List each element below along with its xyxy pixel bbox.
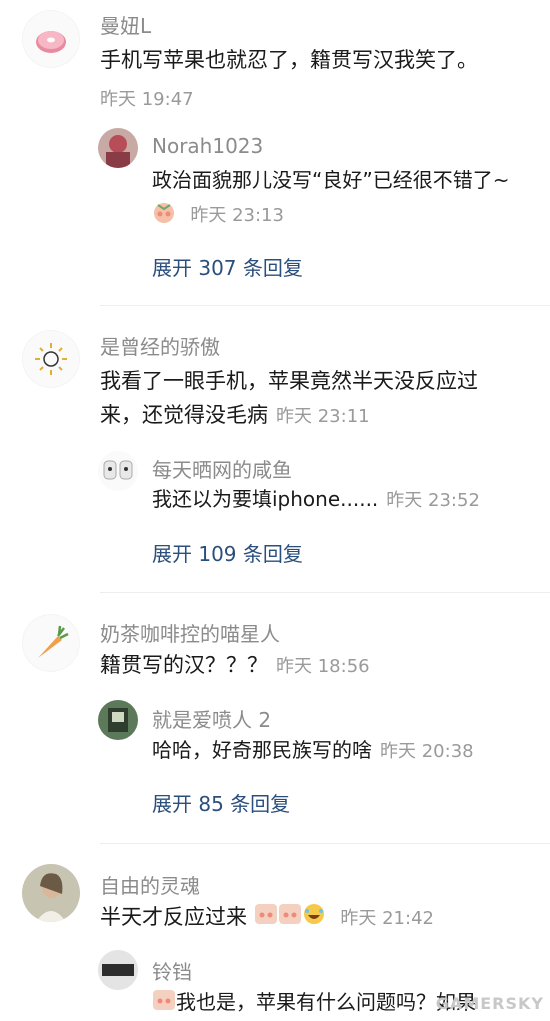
reply-username[interactable]: 每天晒网的咸鱼 <box>152 454 292 483</box>
avatar[interactable] <box>98 950 138 990</box>
username[interactable]: 自由的灵魂 <box>100 870 200 899</box>
reply-text: 政治面貌那儿没写“良好”已经很不错了~ 昨天 23:13 <box>152 163 522 233</box>
expand-replies-link[interactable]: 展开 85 条回复 <box>152 788 290 817</box>
reply-text-content: 政治面貌那儿没写“良好”已经很不错了~ <box>152 168 510 192</box>
timestamp: 昨天 18:56 <box>276 656 370 677</box>
reply-username[interactable]: Norah1023 <box>152 134 263 158</box>
comment-text: 半天才反应过来 昨天 21:42 <box>100 900 520 936</box>
cartoon-avatar-icon <box>103 460 133 480</box>
comment-text-line2: 来，还觉得没毛病 昨天 23:11 <box>100 398 520 434</box>
donut-icon <box>23 11 79 67</box>
blush-emoji-icon <box>152 199 176 233</box>
avatar[interactable] <box>22 614 80 672</box>
user-photo-icon <box>22 864 80 922</box>
timestamp: 昨天 19:47 <box>100 89 194 110</box>
divider <box>100 305 550 306</box>
reply-username[interactable]: 铃铛 <box>152 956 192 985</box>
reply-timestamp: 昨天 23:13 <box>190 205 284 226</box>
user-photo-icon <box>98 128 138 168</box>
blush-emoji-icon <box>152 987 176 1021</box>
divider <box>100 843 550 844</box>
carrot-icon <box>23 615 79 671</box>
reply-text-content: 我还以为要填iphone...... <box>152 487 379 511</box>
reply-timestamp: 昨天 20:38 <box>380 741 474 762</box>
user-photo-icon <box>98 700 138 740</box>
username[interactable]: 曼妞L <box>100 10 151 39</box>
avatar[interactable] <box>22 330 80 388</box>
divider <box>100 592 550 593</box>
avatar[interactable] <box>98 128 138 168</box>
username[interactable]: 奶茶咖啡控的喵星人 <box>100 618 280 647</box>
comment-text: 手机写苹果也就忍了，籍贯写汉我笑了。 <box>100 48 478 72</box>
expand-replies-link[interactable]: 展开 109 条回复 <box>152 538 303 567</box>
comment-text: 我看了一眼手机，苹果竟然半天没反应过 来，还觉得没毛病 昨天 23:11 <box>100 364 520 434</box>
timestamp: 昨天 23:11 <box>276 406 370 427</box>
comment-text-line: 我看了一眼手机，苹果竟然半天没反应过 <box>100 369 478 393</box>
blush-emoji-icon <box>254 901 278 935</box>
user-photo-icon <box>98 950 138 990</box>
timestamp: 昨天 21:42 <box>340 908 434 929</box>
laughing-emoji-icon <box>302 901 326 935</box>
comment-text-content: 半天才反应过来 <box>100 905 247 929</box>
username[interactable]: 是曾经的骄傲 <box>100 331 220 360</box>
reply-text-content: 哈哈，好奇那民族写的啥 <box>152 738 372 762</box>
comment-text: 籍贯写的汉？？？ 昨天 18:56 <box>100 648 520 684</box>
watermark: GAMERSKY <box>435 994 544 1013</box>
reply-text-content: 我也是，苹果有什么问题吗？如果 <box>176 990 476 1014</box>
reply-timestamp: 昨天 23:52 <box>386 490 480 511</box>
comment-text-content: 籍贯写的汉？？？ <box>100 653 268 677</box>
reply-username[interactable]: 就是爱喷人 2 <box>152 704 271 733</box>
comment-text-line: 来，还觉得没毛病 <box>100 403 268 427</box>
reply-text: 我还以为要填iphone...... 昨天 23:52 <box>152 482 522 518</box>
avatar[interactable] <box>98 700 138 740</box>
reply-text: 哈哈，好奇那民族写的啥 昨天 20:38 <box>152 733 522 769</box>
avatar[interactable] <box>98 451 138 491</box>
sun-icon <box>23 331 79 387</box>
expand-replies-link[interactable]: 展开 307 条回复 <box>152 252 303 281</box>
blush-emoji-icon <box>278 901 302 935</box>
avatar[interactable] <box>22 864 80 922</box>
avatar[interactable] <box>22 10 80 68</box>
